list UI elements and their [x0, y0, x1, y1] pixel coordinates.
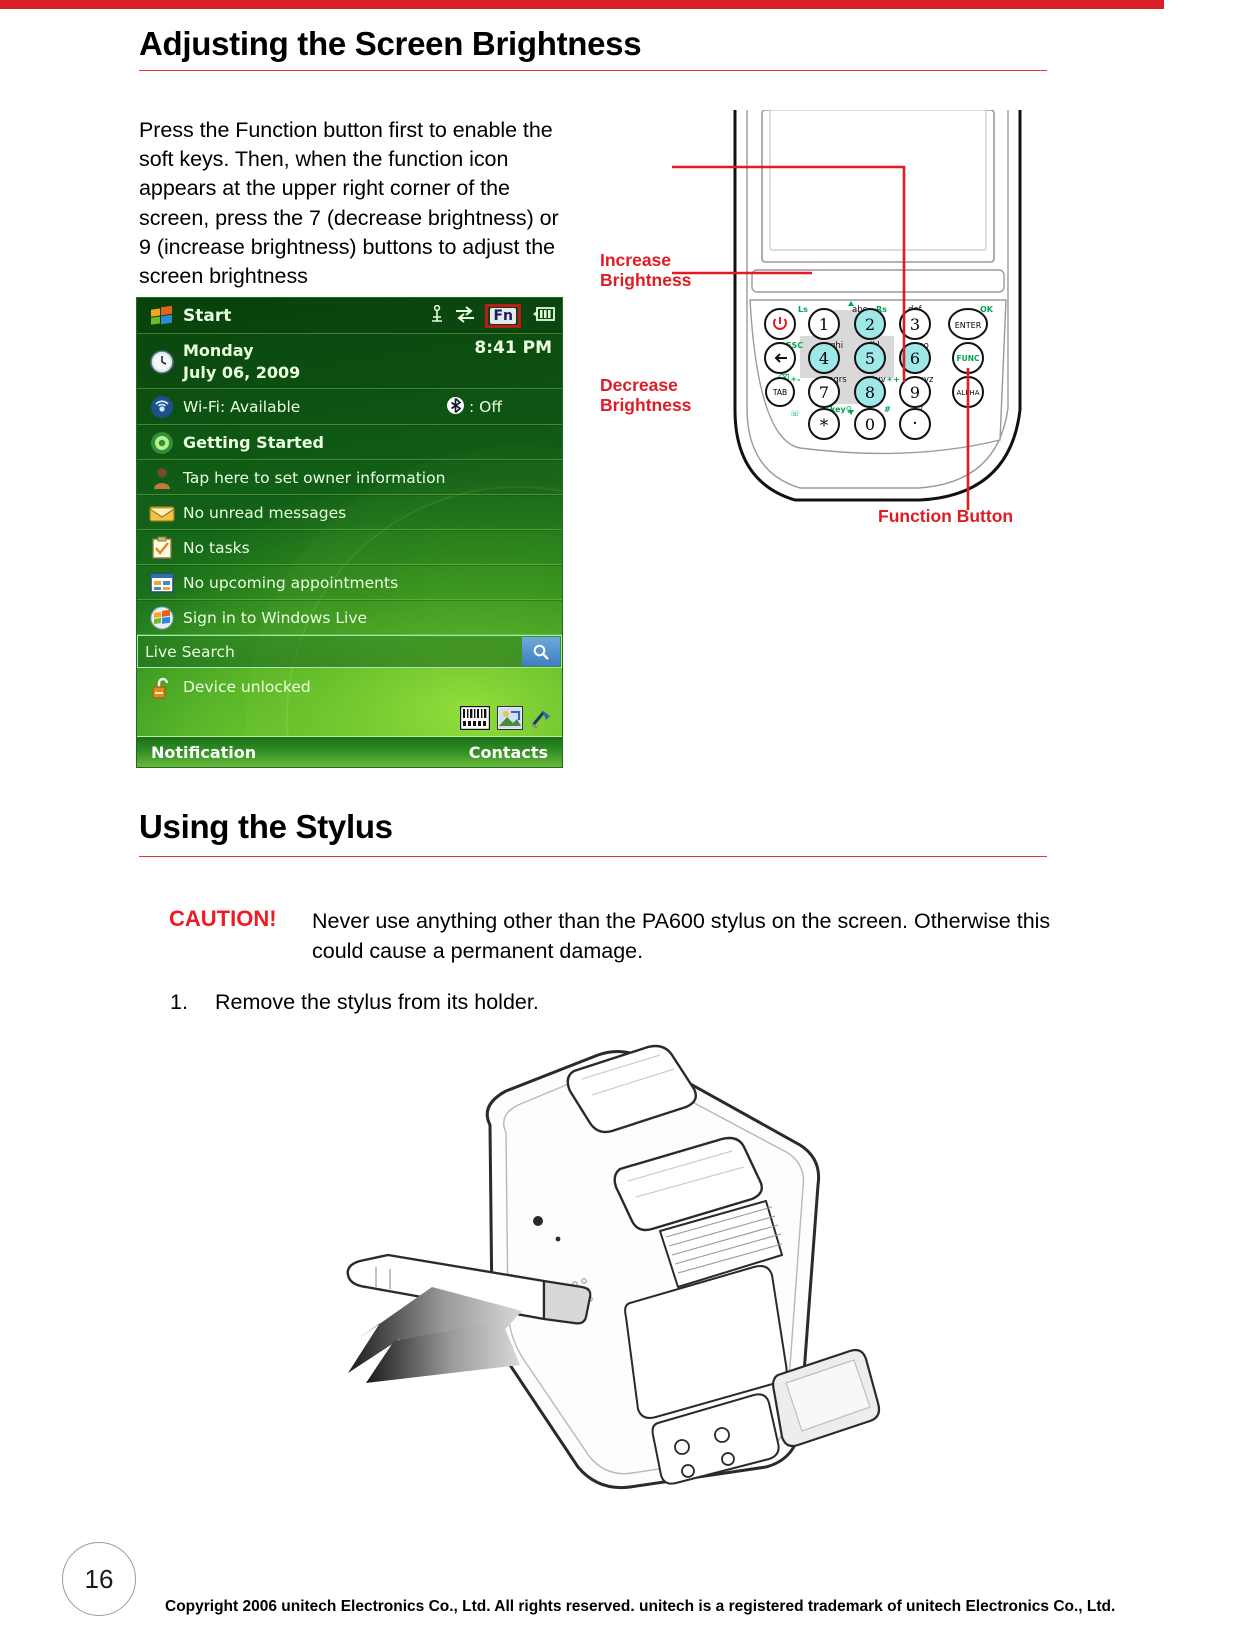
- connectivity-icon[interactable]: [454, 305, 476, 327]
- pda-row-getting-started[interactable]: Getting Started: [137, 425, 562, 460]
- pda-row-wifi[interactable]: Wi-Fi: Available : Off: [137, 389, 562, 425]
- callout-increase-brightness: Increase Brightness: [600, 250, 692, 290]
- antenna-icon[interactable]: [530, 706, 554, 734]
- unlock-icon: [143, 675, 183, 699]
- pda-windows-live-label: Sign in to Windows Live: [183, 608, 368, 627]
- svg-text:4: 4: [819, 349, 829, 368]
- tasks-icon: [143, 536, 183, 560]
- step-number: 1.: [170, 990, 188, 1014]
- mail-icon: [143, 501, 183, 525]
- pda-status-icons: Fn: [429, 304, 556, 328]
- svg-text:5: 5: [865, 349, 875, 368]
- pda-row-device-lock[interactable]: Device unlocked: [137, 668, 562, 706]
- svg-text:☀+: ☀+: [886, 375, 900, 384]
- svg-text:*: *: [820, 416, 829, 436]
- getting-started-icon: [143, 431, 183, 455]
- pda-tasks-label: No tasks: [183, 538, 250, 557]
- svg-text:2: 2: [865, 315, 875, 334]
- svg-text:9: 9: [910, 383, 920, 402]
- pda-row-tasks[interactable]: No tasks: [137, 530, 562, 565]
- pda-clock-time: 8:41 PM: [474, 338, 552, 358]
- caution-text: Never use anything other than the PA600 …: [312, 909, 1051, 963]
- signal-icon[interactable]: [429, 304, 445, 327]
- wifi-icon: [143, 395, 183, 419]
- pda-bluetooth-label: : Off: [468, 398, 502, 416]
- pda-getting-started-label: Getting Started: [183, 433, 324, 452]
- svg-text:3: 3: [910, 315, 920, 334]
- device-keypad-figure: Ls Rs OK ESC ⌫ ☀- ☀+ ☏ key♀ # abc def gh…: [590, 109, 1060, 540]
- owner-icon: [143, 466, 183, 490]
- svg-text:ENTER: ENTER: [955, 321, 982, 330]
- callout-function-button: Function Button: [878, 506, 1014, 526]
- step-text: Remove the stylus from its holder.: [215, 990, 539, 1014]
- pda-row-windows-live[interactable]: Sign in to Windows Live: [137, 600, 562, 635]
- svg-text:☏: ☏: [790, 409, 800, 418]
- pda-date-weekday: Monday: [183, 340, 254, 360]
- page-number-badge: 16: [62, 1542, 136, 1616]
- pda-owner-label: Tap here to set owner information: [183, 468, 446, 487]
- pda-wifi-label: Wi-Fi: Available: [183, 398, 301, 416]
- live-search-label: Live Search: [145, 642, 235, 661]
- svg-text:8: 8: [865, 383, 875, 402]
- live-search-field[interactable]: Live Search: [137, 635, 562, 668]
- pda-messages-label: No unread messages: [183, 503, 347, 522]
- pda-row-owner-info[interactable]: Tap here to set owner information: [137, 460, 562, 495]
- callout-decrease-brightness: Decrease Brightness: [600, 375, 692, 415]
- pda-date-full: July 06, 2009: [183, 362, 301, 382]
- svg-text:TAB: TAB: [772, 388, 787, 397]
- windows-live-icon: [143, 606, 183, 630]
- search-icon[interactable]: [522, 637, 560, 666]
- stylus-removal-illustration: [330, 1035, 890, 1505]
- svg-text:1: 1: [819, 315, 829, 334]
- svg-text:6: 6: [910, 349, 920, 368]
- pda-row-appointments[interactable]: No upcoming appointments: [137, 565, 562, 600]
- pda-start-label: Start: [183, 305, 232, 326]
- pda-row-messages[interactable]: No unread messages: [137, 495, 562, 530]
- pda-appointments-label: No upcoming appointments: [183, 573, 399, 592]
- svg-text:Ls: Ls: [798, 305, 808, 314]
- pda-system-tray: [459, 705, 554, 734]
- fn-icon-label: Fn: [490, 308, 516, 324]
- copyright-notice: Copyright 2006 unitech Electronics Co., …: [165, 1598, 1116, 1615]
- bluetooth-icon: [446, 396, 464, 419]
- top-accent-bar-gap: [1164, 0, 1240, 9]
- section-title-stylus-rule: [139, 856, 1047, 857]
- fn-icon[interactable]: Fn: [485, 304, 521, 328]
- picture-icon[interactable]: [496, 705, 524, 734]
- pda-screenshot-figure: Start Fn Monday July 06, 2009 8:41 PM Wi…: [136, 297, 563, 768]
- windows-flag-icon: [143, 304, 183, 328]
- top-accent-bar: [0, 0, 1240, 9]
- section-title-stylus: Using the Stylus: [139, 808, 393, 845]
- caution-label: CAUTION!: [169, 906, 277, 931]
- pda-device-lock-label: Device unlocked: [183, 678, 311, 696]
- page-title: Adjusting the Screen Brightness: [139, 25, 642, 62]
- brightness-instructions: Press the Function button first to enabl…: [139, 118, 559, 289]
- svg-text:#: #: [884, 405, 891, 414]
- svg-text:·: ·: [912, 414, 917, 434]
- svg-text:7: 7: [819, 383, 829, 402]
- pda-bluetooth-status: : Off: [446, 396, 502, 419]
- clock-icon: [143, 349, 183, 374]
- svg-text:0: 0: [865, 415, 875, 434]
- device-illustration: Ls Rs OK ESC ⌫ ☀- ☀+ ☏ key♀ # abc def gh…: [672, 109, 1022, 510]
- pda-row-date[interactable]: Monday July 06, 2009 8:41 PM: [137, 334, 562, 389]
- pda-softkey-bar: Notification Contacts: [137, 736, 562, 767]
- pda-start-bar[interactable]: Start Fn: [137, 298, 562, 334]
- svg-text:FUNC: FUNC: [957, 354, 980, 363]
- battery-icon[interactable]: [530, 306, 556, 326]
- barcode-icon[interactable]: [459, 705, 491, 734]
- pda-today-screen: Start Fn Monday July 06, 2009 8:41 PM Wi…: [137, 298, 562, 767]
- softkey-notification[interactable]: Notification: [151, 743, 256, 762]
- calendar-icon: [143, 571, 183, 595]
- softkey-contacts[interactable]: Contacts: [469, 743, 548, 762]
- page-title-rule: [139, 70, 1047, 71]
